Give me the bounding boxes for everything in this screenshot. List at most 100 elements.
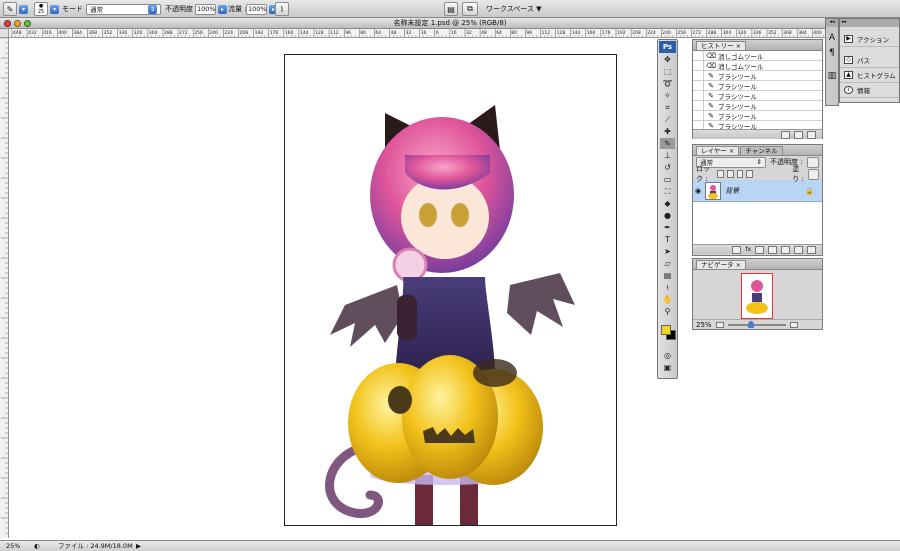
pen-tool-icon[interactable]: ✒ [660, 222, 675, 233]
notes-tool-icon[interactable]: ▤ [660, 270, 675, 281]
opacity-input[interactable]: 100% [195, 3, 216, 15]
move-tool-icon[interactable]: ✥ [660, 54, 675, 65]
workspace-menu[interactable]: ワークスペース ▼ [486, 4, 542, 14]
minimize-window-icon[interactable] [14, 20, 21, 27]
history-item[interactable]: ⌫ 消しゴムツール [693, 61, 822, 71]
dock-grip-icon[interactable]: ▸▸ [840, 19, 899, 27]
fill-input[interactable] [808, 168, 820, 180]
close-window-icon[interactable] [4, 20, 11, 27]
history-item[interactable]: ✎ ブラシツール [693, 101, 822, 111]
ruler-tick-label: 336 [119, 30, 128, 36]
dock-item-paths[interactable]: ◇ パス [840, 53, 899, 68]
layer-style-icon[interactable]: fx [745, 246, 751, 253]
zoom-tool-icon[interactable]: ⚲ [660, 306, 675, 317]
brush-size: 25 [37, 9, 45, 15]
new-group-icon[interactable] [781, 245, 790, 254]
blur-tool-icon[interactable]: ◆ [660, 198, 675, 209]
ruler-origin[interactable] [0, 29, 9, 38]
preset-dropdown-arrow[interactable]: ▾ [19, 4, 28, 14]
lock-position-icon[interactable] [736, 170, 744, 178]
new-layer-icon[interactable] [794, 245, 803, 254]
history-item[interactable]: ✎ ブラシツール [693, 111, 822, 121]
layers-list[interactable]: ◉ 背景 🔒 [693, 180, 822, 244]
hand-tool-icon[interactable]: ✋ [660, 294, 675, 305]
lock-all-icon[interactable] [746, 170, 754, 178]
type-tool-icon[interactable]: T [660, 234, 675, 245]
tab-layers[interactable]: レイヤー × [696, 146, 740, 155]
status-menu-arrow[interactable]: ▶ [136, 541, 141, 551]
eye-visibility-icon[interactable]: ◉ [695, 187, 701, 195]
toggle-palette-icon[interactable]: ▤ [444, 2, 458, 16]
zoom-slider-handle[interactable] [747, 320, 754, 328]
document-canvas[interactable] [284, 54, 617, 526]
history-item[interactable]: ✎ ブラシツール [693, 81, 822, 91]
brush-tool-icon[interactable]: ✎ [3, 2, 17, 16]
delete-layer-icon[interactable] [807, 245, 816, 254]
marquee-tool-icon[interactable]: ⬚ [660, 66, 675, 77]
quick-mask-icon[interactable]: ◎ [660, 350, 675, 361]
dock-item-actions[interactable]: ▶ アクション [840, 32, 899, 47]
brush-tool-icon[interactable]: ✎ [660, 138, 675, 149]
slice-tool-icon[interactable]: ⟋ [660, 114, 675, 125]
link-layers-icon[interactable] [732, 245, 742, 254]
navigator-view-box[interactable] [741, 273, 773, 319]
flow-input[interactable]: 100% [246, 3, 267, 15]
crop-tool-icon[interactable]: ⌗ [660, 102, 675, 113]
new-document-from-state-icon[interactable] [781, 130, 790, 139]
bucket-tool-icon[interactable]: ⛶ [660, 186, 675, 197]
history-item[interactable]: ⌫ 消しゴムツール [693, 51, 822, 61]
shape-tool-icon[interactable]: ▱ [660, 258, 675, 269]
opacity-slider-arrow[interactable]: ▸ [218, 4, 227, 14]
path-select-icon[interactable]: ➤ [660, 246, 675, 257]
tool-preset-picker[interactable]: ✎ ▾ [3, 2, 28, 16]
adjustment-layer-icon[interactable] [768, 245, 777, 254]
vertical-ruler[interactable] [0, 37, 9, 538]
new-snapshot-icon[interactable] [794, 130, 803, 139]
tool-presets-icon[interactable]: ▥ [826, 71, 838, 86]
healing-tool-icon[interactable]: ✚ [660, 126, 675, 137]
eraser-tool-icon[interactable]: ▭ [660, 174, 675, 185]
airbrush-toggle-icon[interactable]: ⌇ [275, 2, 289, 16]
navigator-preview[interactable] [693, 270, 822, 319]
bridge-icon[interactable]: ⧉ [462, 2, 478, 16]
dock-item-histogram[interactable]: ▲ ヒストグラム [840, 68, 899, 83]
zoom-in-icon[interactable] [789, 321, 798, 328]
delete-state-icon[interactable] [807, 130, 816, 139]
history-list[interactable]: ⌫ 消しゴムツール ⌫ 消しゴムツール ✎ ブラシツール ✎ ブラシツール ✎ ブラシツー… [693, 51, 822, 129]
lock-image-icon[interactable] [726, 170, 734, 178]
foreground-color-swatch[interactable] [661, 325, 671, 335]
add-mask-icon[interactable] [755, 245, 764, 254]
mode-select[interactable]: 通常 ⇕ [86, 3, 161, 15]
eyedropper-tool-icon[interactable]: ⟊ [660, 282, 675, 293]
paragraph-panel-icon[interactable]: ¶ [826, 48, 838, 63]
history-item[interactable]: ✎ ブラシツール [693, 91, 822, 101]
lasso-tool-icon[interactable]: ➰ [660, 78, 675, 89]
magic-wand-icon[interactable]: ✧ [660, 90, 675, 101]
history-item[interactable]: ✎ ブラシツール [693, 71, 822, 81]
history-brush-icon[interactable]: ↺ [660, 162, 675, 173]
tab-navigator[interactable]: ナビゲータ × [696, 260, 747, 269]
zoom-window-icon[interactable] [24, 20, 31, 27]
zoom-slider[interactable] [727, 320, 786, 328]
navigator-zoom-value[interactable]: 25% [696, 321, 712, 329]
zoom-level[interactable]: 25% [6, 541, 20, 551]
tab-history[interactable]: ヒストリー × [696, 41, 747, 50]
strip-grip-icon[interactable]: ◂◂ [826, 19, 838, 27]
layer-opacity-input[interactable] [806, 156, 819, 168]
tab-channels[interactable]: チャンネル [740, 146, 783, 155]
document-info-icon[interactable]: ◐ [34, 541, 40, 551]
dodge-tool-icon[interactable]: ● [660, 210, 675, 221]
dock-item-info[interactable]: i 情報 [840, 83, 899, 98]
zoom-out-icon[interactable] [715, 321, 724, 328]
stamp-tool-icon[interactable]: ⊥ [660, 150, 675, 161]
brush-picker[interactable]: ● 25 ▾ [34, 2, 59, 16]
lock-transparent-icon[interactable] [716, 170, 724, 178]
layer-name[interactable]: 背景 [725, 186, 739, 196]
character-panel-icon[interactable]: A [826, 33, 838, 48]
screen-mode-icon[interactable]: ▣ [660, 362, 675, 373]
ps-logo[interactable]: Ps [659, 41, 676, 53]
horizontal-ruler[interactable]: 448 432 416 400 384 368 352 336 320 304 288 272 256 2… [9, 29, 900, 38]
brush-size-swatch[interactable]: ● 25 [34, 2, 48, 16]
brush-dropdown-arrow[interactable]: ▾ [50, 4, 59, 14]
history-item[interactable]: ✎ ブラシツール [693, 121, 822, 129]
